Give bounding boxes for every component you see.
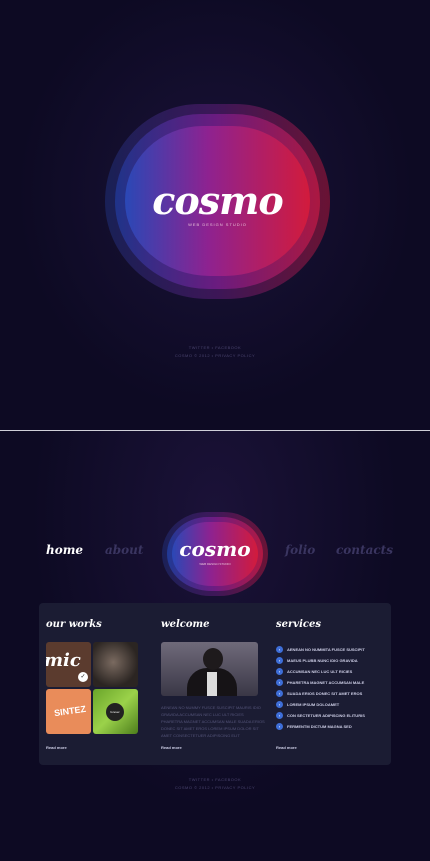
works-read-more-link[interactable]: Read more bbox=[46, 745, 67, 750]
service-item[interactable]: › LOREM IPSUM DOLOAMET bbox=[276, 701, 386, 708]
logo-tagline: WEB DESIGN STUDIO bbox=[199, 562, 231, 566]
work-thumb-sintez[interactable]: SINTEZ bbox=[46, 689, 91, 734]
arrow-right-icon: › bbox=[276, 690, 283, 697]
service-item[interactable]: › SUADA ERIOS DONEC SIT AMET EROS bbox=[276, 690, 386, 697]
welcome-read-more-link[interactable]: Read more bbox=[161, 745, 182, 750]
nav-about[interactable]: about bbox=[105, 543, 143, 557]
work-thumb-leaf[interactable]: forever bbox=[93, 689, 138, 734]
arrow-right-icon: › bbox=[276, 679, 283, 686]
top-social-links[interactable]: TWITTER • FACEBOOK bbox=[0, 345, 430, 350]
works-title: our works bbox=[46, 619, 102, 630]
cosmo-logo-large[interactable]: cosmo WEB DESIGN STUDIO bbox=[105, 104, 330, 299]
arrow-right-icon: › bbox=[276, 712, 283, 719]
thumb-badge: forever bbox=[106, 703, 124, 721]
logo-wordmark: cosmo bbox=[179, 537, 251, 561]
welcome-photo bbox=[161, 642, 258, 696]
nav-contacts[interactable]: contacts bbox=[336, 543, 393, 557]
welcome-body-text: AENEAN NO NUMMY FUSCE SUSCIPIT MAURIS ID… bbox=[161, 705, 265, 738]
arrow-right-icon: › bbox=[276, 657, 283, 664]
photo-head bbox=[203, 648, 223, 670]
bottom-copyright: COSMO © 2012 • PRIVACY POLICY bbox=[174, 785, 256, 790]
arrow-right-icon: › bbox=[276, 701, 283, 708]
cosmo-logo-header[interactable]: cosmo WEB DESIGN STUDIO bbox=[162, 512, 268, 596]
service-item[interactable]: › FERMENTM DICTUM MAGNA SED bbox=[276, 723, 386, 730]
service-item[interactable]: › PHARETRA MAGNET ACCUMSAN MALE bbox=[276, 679, 386, 686]
nav-folio[interactable]: folio bbox=[285, 543, 315, 557]
thumb-text: SINTEZ bbox=[53, 703, 87, 719]
service-item[interactable]: › MAEUS PLUBB NUNC IDIO GRAVIDA bbox=[276, 657, 386, 664]
welcome-title: welcome bbox=[161, 619, 210, 630]
service-item[interactable]: › AENEAN NO NUMMITA FUSCE SUSCIPIT bbox=[276, 646, 386, 653]
service-item[interactable]: › ACCUMSAN NEC LUC ULT RICIES bbox=[276, 668, 386, 675]
top-copyright: COSMO © 2012 • PRIVACY POLICY bbox=[174, 353, 256, 358]
arrow-right-icon: › bbox=[276, 668, 283, 675]
arrow-right-icon: › bbox=[276, 723, 283, 730]
logo-tagline: WEB DESIGN STUDIO bbox=[188, 222, 247, 227]
services-read-more-link[interactable]: Read more bbox=[276, 745, 297, 750]
service-item[interactable]: › CON SECTETUER ADIPISCING ELITURIS bbox=[276, 712, 386, 719]
work-thumb-portrait[interactable] bbox=[93, 642, 138, 687]
check-icon: ✓ bbox=[78, 672, 88, 682]
thumb-text: mic bbox=[46, 650, 81, 671]
photo-shirt bbox=[207, 672, 217, 696]
services-title: services bbox=[276, 619, 321, 630]
bottom-social-links[interactable]: TWITTER • FACEBOOK bbox=[0, 777, 430, 782]
logo-wordmark: cosmo bbox=[152, 178, 283, 223]
arrow-right-icon: › bbox=[276, 646, 283, 653]
work-thumb-mic[interactable]: mic ✓ bbox=[46, 642, 91, 687]
nav-home[interactable]: home bbox=[46, 543, 83, 557]
